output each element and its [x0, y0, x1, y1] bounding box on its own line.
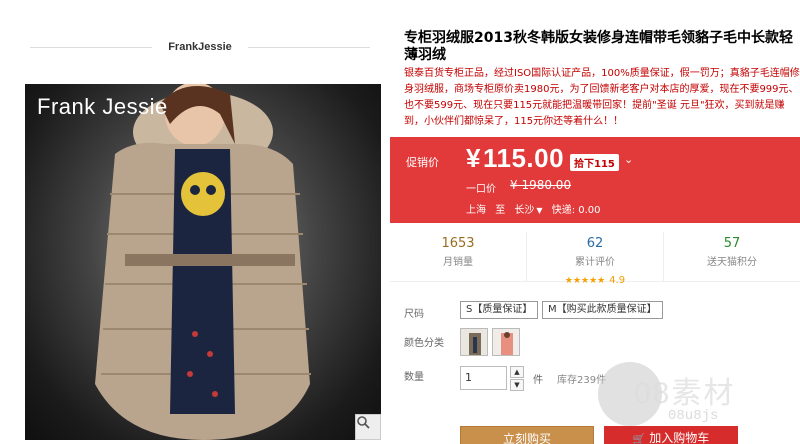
model-wearing-jacket-illustration — [95, 84, 311, 440]
product-gallery: FrankJessie Frank Jessie — [0, 0, 390, 444]
review-count-value: 62 — [586, 236, 604, 251]
stats-bar: 1653 月销量 62 累计评价 ★★★★★ 4.9 57 送天猫积分 — [390, 232, 800, 286]
express-fee: 快递: 0.00 — [551, 205, 601, 216]
discount-badge[interactable]: 拾下115 — [570, 154, 619, 171]
ship-from: 上海 — [466, 205, 486, 216]
store-header: FrankJessie — [30, 32, 371, 62]
chevron-down-icon[interactable]: ⌄ — [624, 153, 633, 166]
divider — [247, 46, 371, 48]
watermark-text: 08素材 — [634, 377, 736, 410]
caret-down-icon: ▼ — [536, 206, 543, 215]
stat-monthly-sales: 1653 月销量 — [390, 232, 526, 281]
zoom-button[interactable] — [355, 414, 381, 440]
product-main-image[interactable]: Frank Jessie — [25, 84, 381, 440]
ship-to-word: 至 — [495, 205, 506, 216]
magnifier-icon — [357, 416, 370, 429]
color-option-beige[interactable] — [460, 328, 488, 356]
buy-now-button[interactable]: 立刻购买 — [460, 426, 594, 444]
store-name[interactable]: FrankJessie — [152, 41, 248, 53]
product-title: 专柜羽绒服2013秋冬韩版女装修身连帽带毛领貉子毛中长款轻薄羽绒 — [404, 30, 793, 63]
promo-price: ¥115.00 — [466, 143, 564, 174]
watermark-subtext: 08u8js — [668, 408, 719, 424]
star-rating-icon: ★★★★★ — [564, 276, 606, 286]
original-price-label: 一口价 — [466, 184, 496, 195]
ship-destination: 长沙 — [514, 205, 535, 216]
ship-destination-select[interactable]: 长沙 ▼ — [514, 201, 548, 216]
stat-points: 57 送天猫积分 — [663, 232, 800, 281]
size-label: 尺码 — [404, 309, 424, 320]
original-price: ¥ 1980.00 — [510, 178, 572, 192]
rating-value: 4.9 — [609, 275, 626, 286]
stat-reviews[interactable]: 62 累计评价 ★★★★★ 4.9 — [526, 232, 663, 286]
quantity-label: 数量 — [404, 372, 424, 383]
color-swatch-pink — [493, 329, 519, 355]
color-swatch-beige — [461, 329, 487, 355]
shipping-info: 上海 至 长沙 ▼ 快递: 0.00 — [466, 201, 601, 216]
points-label: 送天猫积分 — [707, 257, 757, 268]
quantity-decrease-button[interactable]: ▼ — [510, 379, 524, 391]
image-brand-overlay: Frank Jessie — [37, 94, 168, 119]
quantity-unit: 件 — [533, 375, 543, 386]
price-panel: 促销价 ¥115.00 拾下115 ⌄ 一口价 ¥ 1980.00 上海 至 长… — [390, 137, 800, 223]
color-option-pink[interactable] — [492, 328, 520, 356]
quantity-increase-button[interactable]: ▲ — [510, 366, 524, 378]
points-value: 57 — [723, 236, 741, 251]
review-count-label: 累计评价 — [575, 257, 615, 268]
promo-price-label: 促销价 — [406, 156, 439, 169]
quantity-input[interactable]: 1 — [460, 366, 507, 390]
size-option-m[interactable]: M【购买此款质量保证】 — [542, 301, 663, 319]
site-watermark: 08素材 08u8js — [598, 362, 800, 442]
monthly-sales-value: 1653 — [441, 236, 475, 251]
color-label: 颜色分类 — [404, 338, 444, 349]
monthly-sales-label: 月销量 — [443, 257, 473, 268]
currency-symbol: ¥ — [466, 143, 481, 173]
promo-price-value: 115.00 — [482, 143, 565, 173]
size-option-s[interactable]: S【质量保证】 — [460, 301, 539, 319]
product-description: 银泰百货专柜正品，经过ISO国际认证产品，100%质量保证，假一罚万；真貉子毛连… — [404, 68, 800, 127]
divider — [30, 46, 153, 48]
